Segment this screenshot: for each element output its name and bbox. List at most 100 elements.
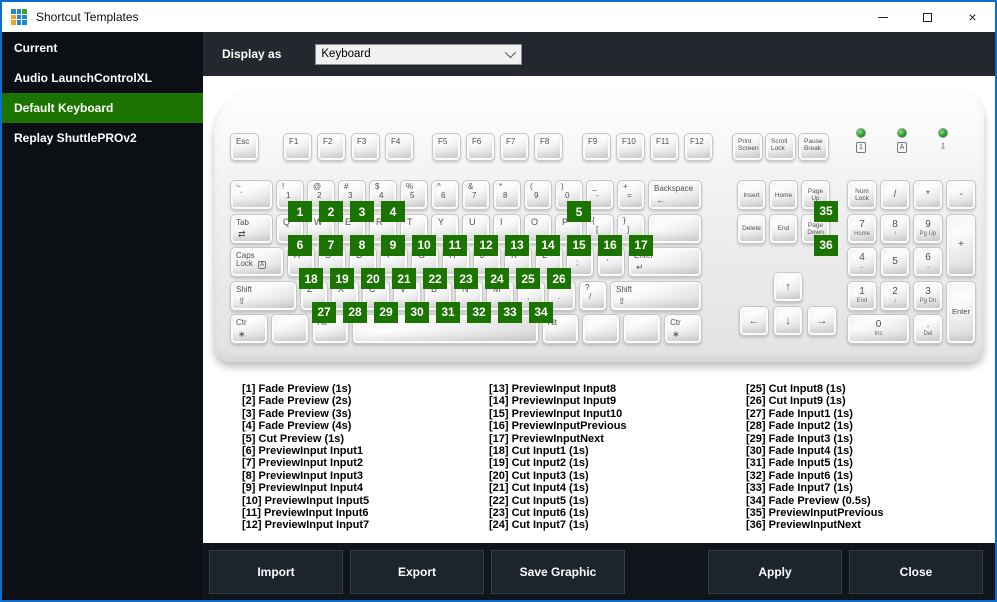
- key-blank: [623, 314, 662, 344]
- shortcut-badge-34: 34: [529, 301, 553, 323]
- shortcut-badge-27: 27: [312, 301, 336, 323]
- function-key-group-1: F1 F2 F3 F4: [283, 133, 414, 161]
- template-sidebar: Current Audio LaunchControlXL Default Keyb…: [2, 32, 203, 600]
- shortcut-entry: [19] Cut Input2 (1s): [489, 457, 589, 470]
- sidebar-item-current[interactable]: Current: [2, 33, 203, 63]
- close-button[interactable]: ×: [950, 2, 995, 32]
- app-icon-cell: [22, 20, 27, 25]
- shortcut-badge-7: 7: [319, 234, 343, 256]
- shortcut-badge-10: 10: [412, 234, 436, 256]
- key-ctr: Ctr ∗: [230, 314, 268, 344]
- import-button[interactable]: Import: [209, 549, 343, 594]
- key-caps-lock: Caps Lock A: [230, 247, 284, 277]
- key-scroll-lock: Scroll Lock: [765, 133, 796, 161]
- shortcut-entry: [22] Cut Input5 (1s): [489, 494, 589, 507]
- key-blank: ~ `: [230, 180, 273, 210]
- window-title: Shortcut Templates: [36, 10, 139, 24]
- key-ctr: Ctr ∗: [664, 314, 702, 344]
- key-1: ! 1 1: [276, 180, 312, 222]
- display-as-dropdown[interactable]: Keyboard: [315, 43, 523, 65]
- key-esc: Esc: [230, 133, 259, 161]
- shortcut-column-2: [13] PreviewInput Input8 [14] PreviewInpu…: [489, 383, 627, 532]
- key-f4: F4: [385, 133, 414, 161]
- shortcut-entry: [28] Fade Input2 (1s): [746, 420, 853, 433]
- key-arrow-left: ←: [739, 306, 769, 336]
- shortcut-entry: [20] Cut Input3 (1s): [489, 469, 589, 482]
- shortcut-entry: [27] Fade Input1 (1s): [746, 407, 853, 420]
- close-icon: ×: [968, 9, 977, 25]
- shortcut-badge-23: 23: [454, 268, 478, 289]
- led-symbol: 1: [856, 142, 866, 153]
- sidebar-item-default-keyboard[interactable]: Default Keyboard: [2, 93, 203, 123]
- key-home: Home: [769, 180, 798, 210]
- export-button[interactable]: Export: [350, 549, 484, 594]
- shortcut-badge-5: 5: [567, 201, 591, 222]
- main-area: Display as Keyboard Esc F1 F2 F3 F4 F5 F6 F7 F8…: [203, 32, 995, 600]
- nav-key-cluster: Insert Home Page Up 35 Delete End Page Down 36: [737, 180, 838, 256]
- key-6: ^ 6: [431, 180, 459, 210]
- minimize-icon: [877, 16, 888, 18]
- numpad-cluster: Num Lock / * - 7 Home 8 ↑ 9 Pg Up +4 ← 5 6 → 1 End 2 ↓ 3 Pg …: [847, 180, 976, 344]
- key-f1: F1: [283, 133, 312, 161]
- key-end: End: [769, 213, 798, 244]
- shortcut-entry: [6] PreviewInput Input1: [242, 445, 364, 458]
- key-f2: F2: [317, 133, 346, 161]
- shortcut-entry: [21] Cut Input4 (1s): [489, 482, 589, 495]
- shortcut-badge-36: 36: [814, 234, 838, 256]
- key-f9: F9: [582, 133, 611, 161]
- shortcut-entry: [29] Fade Input3 (1s): [746, 432, 853, 445]
- key-blank: + =: [617, 180, 645, 210]
- shortcut-entry: [36] PreviewInputNext: [746, 519, 861, 532]
- numpad-key-blank: +: [946, 213, 976, 277]
- window-controls: ×: [860, 2, 995, 32]
- shortcut-entry: [7] PreviewInput Input2: [242, 457, 364, 470]
- app-icon-cell: [22, 9, 27, 14]
- key-f7: F7: [500, 133, 529, 161]
- display-as-label: Display as: [222, 47, 282, 61]
- key-insert: Insert: [737, 180, 766, 210]
- shortcut-badge-2: 2: [319, 201, 343, 222]
- shortcut-badge-8: 8: [350, 234, 374, 256]
- key-8: * 8: [493, 180, 521, 210]
- numpad-key-1: 1 End: [847, 280, 877, 311]
- maximize-button[interactable]: [905, 2, 950, 32]
- app-icon-cell: [16, 14, 22, 20]
- shortcut-entry: [25] Cut Input8 (1s): [746, 383, 846, 395]
- key-blank: [582, 314, 621, 344]
- key-f6: F6: [466, 133, 495, 161]
- keyboard-graphic: Esc F1 F2 F3 F4 F5 F6 F7 F8 F9 F10 F11 F12 Print Sc…: [214, 90, 984, 362]
- shortcut-entry: [12] PreviewInput Input7: [242, 519, 370, 532]
- close-button[interactable]: Close: [849, 549, 983, 594]
- save-graphic-button[interactable]: Save Graphic: [491, 549, 625, 594]
- function-key-group-3: F9 F10 F11 F12: [582, 133, 713, 161]
- key-f12: F12: [684, 133, 713, 161]
- app-icon-cell: [16, 9, 22, 14]
- led-dot-icon: [896, 128, 907, 138]
- shortcut-badge-31: 31: [436, 301, 460, 323]
- shortcut-badge-21: 21: [392, 268, 416, 289]
- apply-button[interactable]: Apply: [708, 549, 842, 594]
- keyboard-led: A: [896, 128, 908, 153]
- window-titlebar: Shortcut Templates ×: [2, 2, 995, 32]
- shortcut-badge-20: 20: [361, 268, 385, 289]
- shortcut-badge-9: 9: [381, 234, 405, 256]
- shortcut-badge-11: 11: [443, 234, 467, 256]
- sidebar-item-audio-launchcontrolxl[interactable]: Audio LaunchControlXL: [2, 63, 203, 93]
- sidebar-item-replay-shuttleprov2[interactable]: Replay ShuttlePROv2: [2, 123, 203, 153]
- maximize-icon: [923, 12, 932, 22]
- numpad-key-blank: . Del: [913, 314, 943, 344]
- key-shift: Shift ⇧: [610, 280, 702, 311]
- key-f11: F11: [650, 133, 679, 161]
- shortcut-entry: [31] Fade Input5 (1s): [746, 457, 853, 470]
- key-backspace: Backspace ←: [648, 180, 702, 210]
- shortcut-badge-17: 17: [629, 234, 653, 256]
- numpad-key-blank: /: [880, 180, 910, 210]
- keyboard-led: ⇩: [937, 128, 948, 153]
- shortcut-entry: [2] Fade Preview (2s): [242, 395, 352, 408]
- shortcut-badge-6: 6: [288, 234, 312, 256]
- numpad-key-3: 3 Pg Dn: [913, 280, 943, 311]
- shortcut-badge-16: 16: [598, 234, 622, 256]
- minimize-button[interactable]: [860, 2, 905, 32]
- shortcut-badge-35: 35: [814, 201, 838, 222]
- shortcut-entry: [4] Fade Preview (4s): [242, 420, 352, 433]
